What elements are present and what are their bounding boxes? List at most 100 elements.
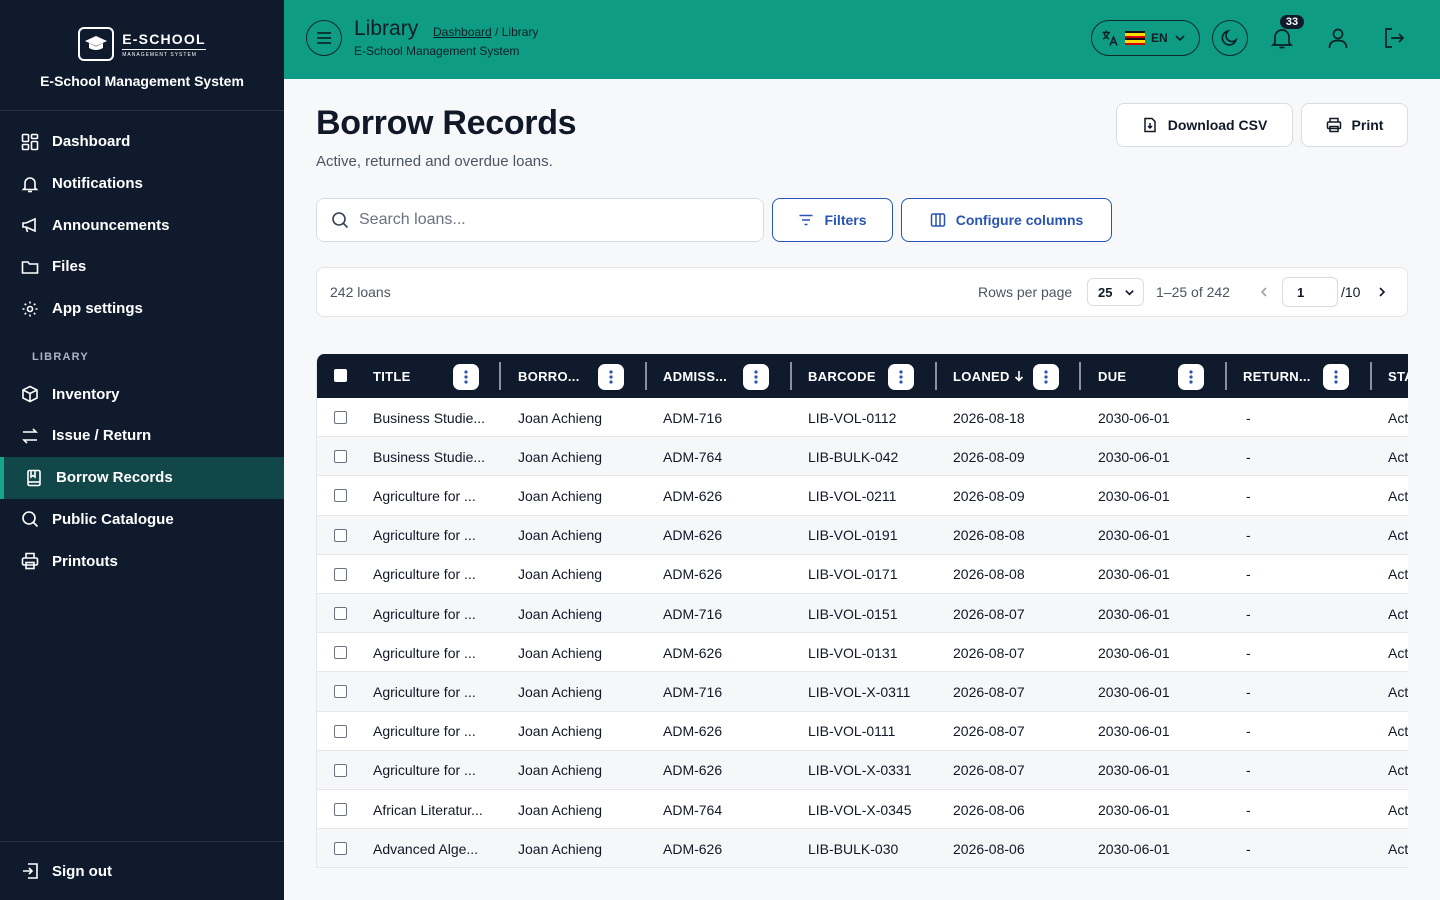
column-resize-handle[interactable]	[935, 362, 937, 390]
table-row[interactable]: Agriculture for ... Joan Achieng ADM-626 LI…	[317, 750, 1408, 790]
filters-button[interactable]: Filters	[772, 198, 893, 242]
language-selector[interactable]: EN	[1091, 20, 1200, 56]
row-checkbox[interactable]	[334, 842, 347, 856]
sidebar-item-printouts[interactable]: Printouts	[0, 540, 284, 582]
row-checkbox[interactable]	[334, 724, 347, 738]
row-checkbox[interactable]	[334, 803, 347, 816]
page-number-input[interactable]	[1282, 277, 1338, 307]
previous-page-button[interactable]	[1257, 285, 1271, 299]
print-button[interactable]: Print	[1301, 103, 1408, 147]
configure-columns-button[interactable]: Configure columns	[901, 198, 1112, 242]
column-resize-handle[interactable]	[1225, 362, 1227, 390]
cell-title: Agriculture for ...	[373, 762, 476, 779]
sidebar-item-borrow-records[interactable]: Borrow Records	[0, 456, 284, 499]
hamburger-icon	[317, 32, 331, 44]
cell-title: Agriculture for ...	[373, 527, 476, 544]
table-row[interactable]: Agriculture for ... Joan Achieng ADM-626 LI…	[317, 476, 1408, 516]
cell-status: Act	[1388, 566, 1408, 583]
sidebar-item-announcements[interactable]: Announcements	[0, 204, 284, 246]
cell-due: 2030-06-01	[1098, 840, 1170, 857]
table-row[interactable]: Agriculture for ... Joan Achieng ADM-716 LI…	[317, 594, 1408, 634]
row-checkbox[interactable]	[334, 607, 347, 620]
printer-icon	[21, 552, 39, 570]
table-row[interactable]: Advanced Alge... Joan Achieng ADM-626 LIB-B…	[317, 829, 1408, 867]
table-row[interactable]: Agriculture for ... Joan Achieng ADM-626 LI…	[317, 712, 1408, 751]
column-menu-button[interactable]	[743, 364, 769, 390]
theme-toggle-button[interactable]	[1212, 20, 1248, 56]
column-header-admission[interactable]: ADMISS...	[663, 354, 727, 398]
menu-toggle-button[interactable]	[306, 20, 342, 56]
row-checkbox[interactable]	[334, 450, 347, 464]
column-menu-button[interactable]	[453, 364, 479, 390]
table-row[interactable]: Business Studie... Joan Achieng ADM-716 LIB…	[317, 398, 1408, 438]
row-checkbox[interactable]	[334, 763, 347, 777]
column-header-barcode[interactable]: BARCODE	[808, 354, 876, 398]
sidebar-item-issue-return[interactable]: Issue / Return	[0, 415, 284, 457]
search-input[interactable]	[359, 211, 739, 229]
breadcrumb-link-dashboard[interactable]: Dashboard	[433, 25, 492, 39]
profile-button[interactable]	[1326, 26, 1350, 50]
column-menu-button[interactable]	[1178, 364, 1204, 390]
column-header-borrower[interactable]: BORRO...	[518, 354, 580, 398]
chevron-down-icon	[1175, 35, 1185, 42]
column-menu-button[interactable]	[1323, 364, 1349, 390]
moon-icon	[1221, 29, 1238, 46]
table-row[interactable]: Agriculture for ... Joan Achieng ADM-626 LI…	[317, 515, 1408, 555]
notifications-button[interactable]	[1270, 26, 1294, 50]
column-menu-button[interactable]	[598, 364, 624, 390]
column-resize-handle[interactable]	[790, 362, 792, 390]
sidebar-item-app-settings[interactable]: App settings	[0, 288, 284, 330]
table-row[interactable]: Agriculture for ... Joan Achieng ADM-626 LI…	[317, 633, 1408, 673]
next-page-button[interactable]	[1375, 285, 1389, 299]
column-resize-handle[interactable]	[499, 362, 501, 390]
table-row[interactable]: Agriculture for ... Joan Achieng ADM-716 LI…	[317, 672, 1408, 712]
logo[interactable]: E-SCHOOL MANAGEMENT SYSTEM	[78, 27, 206, 61]
cell-loaned: 2026-08-06	[953, 801, 1025, 818]
sidebar-item-inventory[interactable]: Inventory	[0, 373, 284, 415]
column-header-status[interactable]: STA	[1388, 354, 1408, 398]
header-subtitle: E-School Management System	[354, 44, 520, 58]
cell-loaned: 2026-08-09	[953, 448, 1025, 465]
table-row[interactable]: Agriculture for ... Joan Achieng ADM-626 LI…	[317, 555, 1408, 594]
column-header-due[interactable]: DUE	[1098, 354, 1126, 398]
row-checkbox[interactable]	[334, 646, 347, 660]
row-checkbox[interactable]	[334, 489, 347, 503]
record-count: 242 loans	[330, 284, 391, 300]
cell-barcode: LIB-BULK-042	[808, 448, 899, 465]
column-menu-button[interactable]	[1033, 364, 1059, 390]
row-checkbox[interactable]	[334, 567, 347, 581]
row-checkbox[interactable]	[334, 685, 347, 699]
sidebar-item-public-catalogue[interactable]: Public Catalogue	[0, 499, 284, 541]
cell-status: Act	[1388, 487, 1408, 504]
logout-button[interactable]	[1382, 26, 1406, 50]
column-header-returned[interactable]: RETURN...	[1243, 354, 1311, 398]
sidebar-item-dashboard[interactable]: Dashboard	[0, 121, 284, 163]
column-resize-handle[interactable]	[1079, 362, 1081, 390]
column-resize-handle[interactable]	[645, 362, 647, 390]
row-checkbox[interactable]	[334, 528, 347, 542]
rows-per-page-value: 25	[1098, 284, 1113, 300]
download-csv-button[interactable]: Download CSV	[1116, 103, 1293, 147]
sidebar-item-notifications[interactable]: Notifications	[0, 163, 284, 205]
row-checkbox[interactable]	[334, 411, 347, 424]
box-icon	[22, 385, 38, 403]
sidebar-item-files[interactable]: Files	[0, 246, 284, 288]
table-row[interactable]: Business Studie... Joan Achieng ADM-764 LIB…	[317, 437, 1408, 477]
select-all-checkbox[interactable]	[334, 369, 347, 382]
breadcrumb-current: Library	[501, 25, 539, 39]
column-header-title[interactable]: TITLE	[373, 354, 411, 398]
search-icon	[22, 511, 39, 528]
cell-returned: -	[1246, 723, 1251, 740]
rows-per-page-select[interactable]: 25	[1087, 278, 1144, 306]
kebab-menu-icon	[899, 370, 903, 384]
column-menu-button[interactable]	[888, 364, 914, 390]
table-row[interactable]: African Literatur... Joan Achieng ADM-764 L…	[317, 790, 1408, 830]
column-resize-handle[interactable]	[1370, 362, 1372, 390]
sign-out-button[interactable]: Sign out	[0, 841, 284, 900]
cell-barcode: LIB-VOL-X-0311	[808, 683, 911, 700]
cell-status: Act	[1388, 762, 1408, 779]
column-header-loaned[interactable]: LOANED	[953, 354, 1024, 398]
cell-barcode: LIB-VOL-0151	[808, 605, 898, 622]
cell-returned: -	[1246, 527, 1251, 544]
cell-admission: ADM-626	[663, 840, 723, 857]
